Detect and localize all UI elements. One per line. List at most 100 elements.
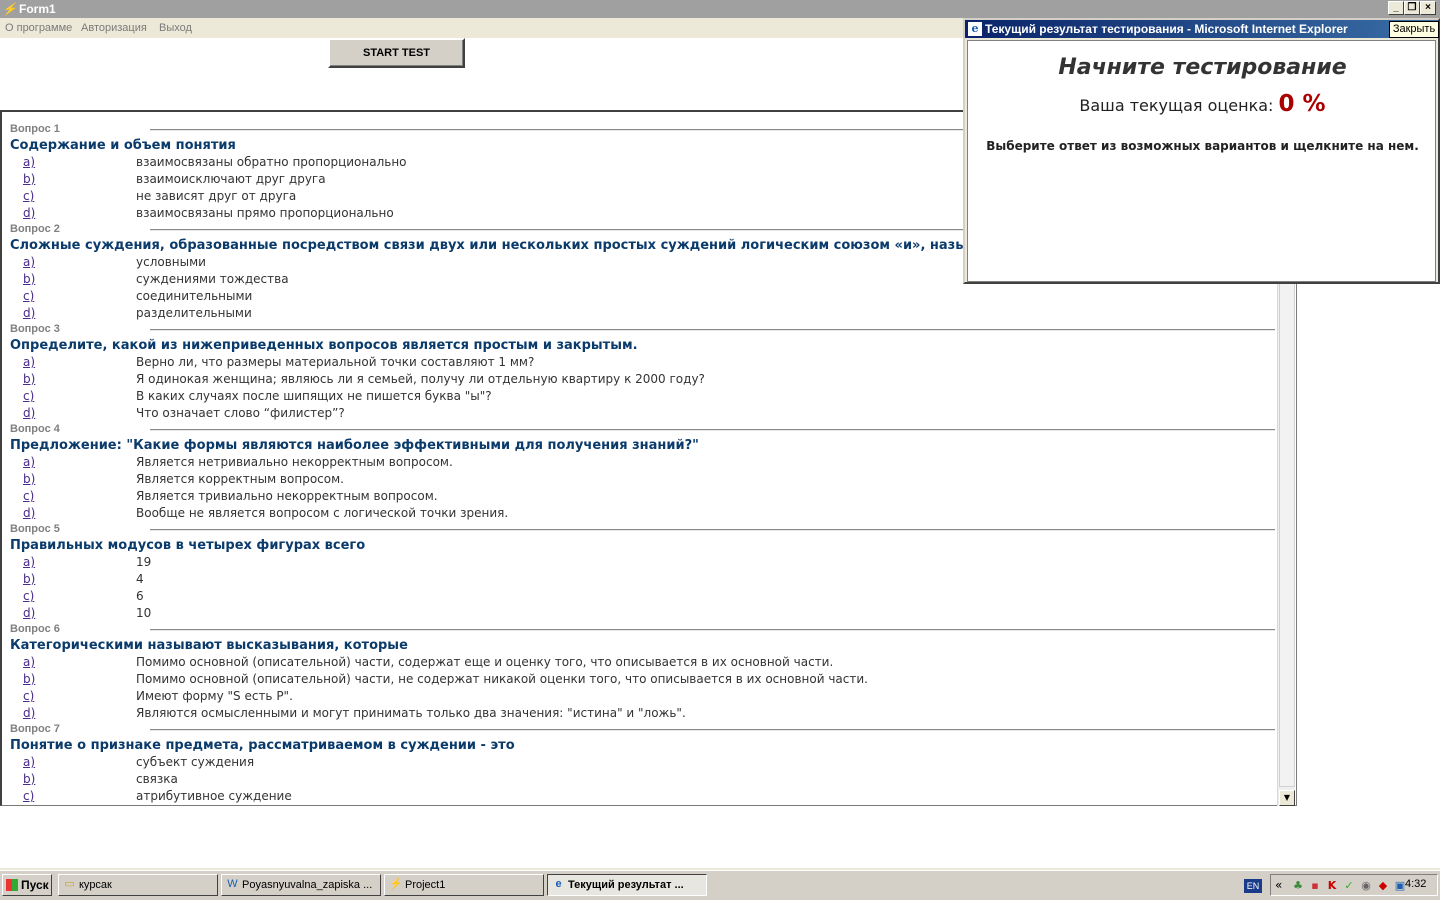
answer-link[interactable]: b) [23, 171, 35, 188]
scrollbar-thumb[interactable] [1279, 282, 1295, 787]
answer-link[interactable]: b) [23, 371, 35, 388]
window-title: Form1 [19, 2, 56, 16]
answer-option[interactable]: d) 10 [10, 605, 1275, 622]
taskbar-item-word[interactable]: W Poyasnyuvalna_zapiska ... [221, 874, 381, 896]
score-value: 0 % [1278, 91, 1326, 117]
answer-link[interactable]: c) [23, 588, 34, 605]
answer-link[interactable]: c) [23, 488, 34, 505]
answer-option[interactable]: a) Помимо основной (описательной) части, … [10, 654, 1275, 671]
answer-link[interactable]: c) [23, 288, 34, 305]
question-number: Вопрос 3 [10, 323, 60, 335]
tray-antivirus-icon[interactable]: K [1325, 879, 1339, 893]
answer-link[interactable]: a) [23, 254, 35, 271]
scroll-down-arrow-icon[interactable]: ▼ [1279, 790, 1295, 806]
answer-option[interactable]: d) разделительными [10, 305, 1275, 322]
result-popup-window: e Текущий результат тестирования - Micro… [963, 18, 1440, 284]
answer-text: Является корректным вопросом. [136, 472, 344, 486]
question-divider [150, 529, 1275, 531]
answer-option[interactable]: b) Я одинокая женщина; являюсь ли я семье… [10, 371, 1275, 388]
taskbar-item-ie[interactable]: e Текущий результат ... [547, 874, 707, 896]
answer-link[interactable]: a) [23, 654, 35, 671]
delphi-app-icon: ⚡ [389, 878, 403, 890]
answer-text: взаимосвязаны прямо пропорционально [136, 206, 394, 220]
menu-authorization[interactable]: Авторизация [81, 22, 147, 34]
answer-text: субъект суждения [136, 755, 255, 769]
answer-option[interactable]: a) Верно ли, что размеры материальной точ… [10, 354, 1275, 371]
answer-option[interactable]: c) 6 [10, 588, 1275, 605]
ie-icon: e [555, 878, 562, 890]
answer-option[interactable]: d) Вообще не является вопросом с логическ… [10, 505, 1275, 522]
answer-link[interactable]: a) [23, 354, 35, 371]
question-block: Вопрос 3 Определите, какой из нижеприведе… [10, 322, 1275, 422]
close-button[interactable]: × [1420, 1, 1436, 15]
answer-text: суждениями тождества [136, 272, 289, 286]
answer-text: атрибутивное суждение [136, 789, 292, 803]
answer-option[interactable]: a) Является нетривиально некорректным воп… [10, 454, 1275, 471]
answer-link[interactable]: d) [23, 705, 35, 722]
answer-link[interactable]: b) [23, 271, 35, 288]
delphi-app-icon: ⚡ [2, 2, 17, 16]
answer-link[interactable]: b) [23, 771, 35, 788]
question-number: Вопрос 1 [10, 123, 60, 135]
answer-option[interactable]: b) Является корректным вопросом. [10, 471, 1275, 488]
minimize-button[interactable]: _ [1388, 1, 1404, 15]
answer-option[interactable]: c) Является тривиально некорректным вопро… [10, 488, 1275, 505]
answer-option[interactable]: c) атрибутивное суждение [10, 788, 1275, 805]
answer-link[interactable]: b) [23, 571, 35, 588]
popup-titlebar: e Текущий результат тестирования - Micro… [965, 20, 1438, 38]
answer-link[interactable]: a) [23, 454, 35, 471]
answer-option[interactable]: d) Являются осмысленными и могут принимат… [10, 705, 1275, 722]
answer-link[interactable]: d) [23, 205, 35, 222]
answer-text: взаимосвязаны обратно пропорционально [136, 155, 407, 169]
answer-text: разделительными [136, 306, 252, 320]
tray-check-icon[interactable]: ✓ [1342, 879, 1356, 893]
start-test-button[interactable]: START TEST [328, 38, 465, 68]
answer-link[interactable]: a) [23, 754, 35, 771]
answer-link[interactable]: d) [23, 405, 35, 422]
answer-option[interactable]: b) 4 [10, 571, 1275, 588]
answer-link[interactable]: d) [23, 505, 35, 522]
answer-option[interactable]: b) Помимо основной (описательной) части, … [10, 671, 1275, 688]
popup-instruction: Выберите ответ из возможных вариантов и … [986, 139, 1419, 153]
answer-link[interactable]: c) [23, 188, 34, 205]
restore-button[interactable]: ❐ [1404, 1, 1420, 15]
answer-link[interactable]: c) [23, 688, 34, 705]
answer-link[interactable]: c) [23, 388, 34, 405]
answer-link[interactable]: b) [23, 671, 35, 688]
taskbar-item-project1[interactable]: ⚡ Project1 [384, 874, 544, 896]
question-divider [150, 729, 1275, 731]
answer-option[interactable]: a) субъект суждения [10, 754, 1275, 771]
menu-exit[interactable]: Выход [159, 22, 192, 34]
answer-link[interactable]: a) [23, 154, 35, 171]
answer-option[interactable]: b) связка [10, 771, 1275, 788]
tray-expand-icon[interactable]: « [1275, 878, 1282, 892]
question-number: Вопрос 5 [10, 523, 60, 535]
tray-shield-icon[interactable]: ♣ [1291, 879, 1305, 893]
question-block: Вопрос 5 Правильных модусов в четырех фиг… [10, 522, 1275, 622]
answer-option[interactable]: a) 19 [10, 554, 1275, 571]
tray-security-icon[interactable]: ◆ [1376, 879, 1390, 893]
answer-link[interactable]: b) [23, 471, 35, 488]
answer-link[interactable]: d) [23, 605, 35, 622]
answer-link[interactable]: c) [23, 788, 34, 805]
answer-option[interactable]: d) Что означает слово “филистер”? [10, 405, 1275, 422]
start-menu-button[interactable]: Пуск [2, 874, 52, 896]
answer-text: не зависят друг от друга [136, 189, 297, 203]
taskbar-item-folder[interactable]: ▭ курсак [58, 874, 218, 896]
answer-text: Что означает слово “филистер”? [136, 406, 345, 420]
language-indicator[interactable]: EN [1244, 879, 1262, 893]
question-text: Предложение: "Какие формы являются наибо… [10, 438, 699, 453]
question-header: Вопрос 6 [10, 622, 1275, 637]
close-tooltip: Закрыть [1389, 21, 1439, 38]
question-block: Вопрос 4 Предложение: "Какие формы являют… [10, 422, 1275, 522]
tray-flag-icon[interactable]: ▪ [1308, 879, 1322, 893]
answer-option[interactable]: c) Имеют форму "S есть P". [10, 688, 1275, 705]
answer-link[interactable]: a) [23, 554, 35, 571]
answer-link[interactable]: d) [23, 305, 35, 322]
answer-option[interactable]: c) В каких случаях после шипящих не пишет… [10, 388, 1275, 405]
word-doc-icon: W [227, 878, 238, 890]
taskbar: Пуск ▭ курсак W Poyasnyuvalna_zapiska ..… [0, 870, 1440, 900]
menu-about[interactable]: О программе [5, 22, 72, 34]
answer-option[interactable]: c) соединительными [10, 288, 1275, 305]
tray-network-icon[interactable]: ◉ [1359, 879, 1373, 893]
